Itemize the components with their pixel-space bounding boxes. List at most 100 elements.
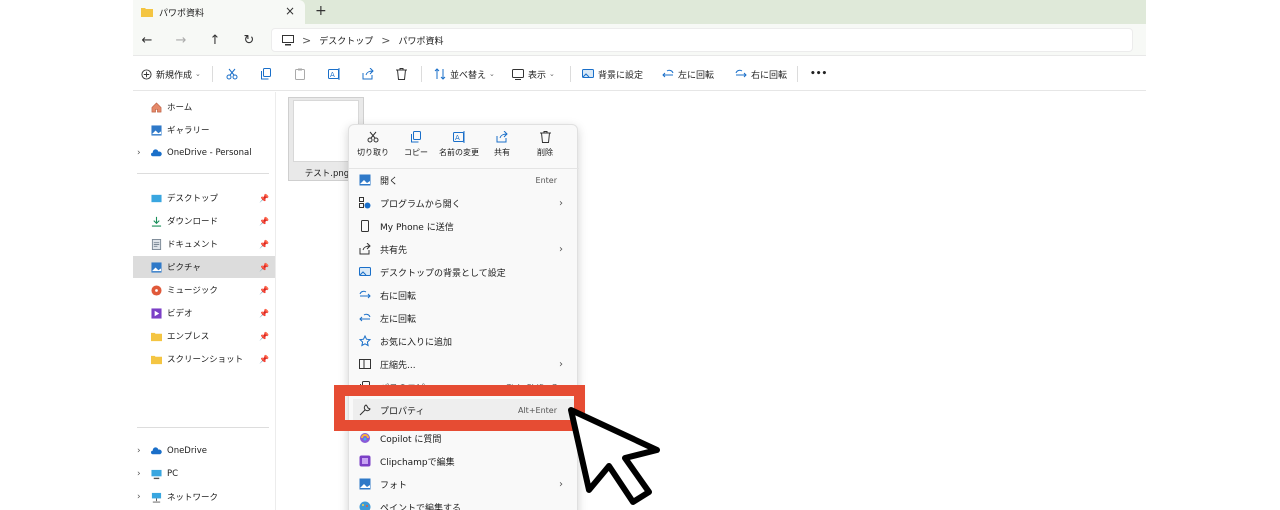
pictures-icon: [151, 261, 162, 273]
cloud-icon: [151, 446, 162, 454]
cut-button[interactable]: [226, 66, 238, 82]
menu-item-properties[interactable]: プロパティ Alt+Enter: [353, 399, 575, 421]
menu-item-label: Copilot に質問: [380, 434, 442, 445]
menu-item-set-desktop-background[interactable]: デスクトップの背景として設定: [353, 261, 575, 283]
pc-icon: [282, 34, 294, 45]
sidebar-item-label: OneDrive: [167, 446, 207, 456]
menu-item-rotate-left[interactable]: 左に回転: [353, 307, 575, 329]
new-button[interactable]: 新規作成 ⌄: [141, 66, 201, 82]
pc-icon: [151, 469, 162, 479]
sidebar-item-pc[interactable]: › PC: [133, 463, 275, 485]
menu-item-open-with[interactable]: プログラムから開く ›: [353, 192, 575, 214]
menu-item-copy-path[interactable]: パスのコピー Ctrl+Shift+C: [353, 376, 575, 398]
chevron-right-icon[interactable]: ›: [137, 492, 141, 502]
sidebar-item-network[interactable]: › ネットワーク: [133, 486, 275, 508]
sidebar-item-downloads[interactable]: ダウンロード 📌: [133, 210, 275, 232]
sidebar-item-screenshots[interactable]: スクリーンショット 📌: [133, 348, 275, 370]
share-button[interactable]: [362, 66, 374, 82]
breadcrumb-separator: >: [302, 33, 312, 47]
sidebar-item-label: エンプレス: [167, 332, 210, 342]
pin-icon[interactable]: 📌: [259, 217, 269, 226]
sort-button[interactable]: 並べ替え ⌄: [434, 66, 495, 82]
back-button[interactable]: ←: [137, 30, 157, 50]
menu-item-ask-copilot[interactable]: Copilot に質問: [353, 427, 575, 449]
more-options-button[interactable]: •••: [810, 66, 827, 82]
menu-item-label: 開く: [380, 176, 399, 187]
file-explorer-window: パワポ資料 × + ← → ↑ ↻ > デスクトップ > パワポ資料 新規作成 …: [133, 0, 1146, 510]
open-with-icon: [359, 197, 371, 209]
divider: [797, 66, 798, 82]
share-button[interactable]: 共有: [480, 131, 524, 165]
trash-icon: [539, 131, 551, 143]
pin-icon[interactable]: 📌: [259, 263, 269, 272]
delete-label: 削除: [537, 148, 553, 157]
chevron-right-icon[interactable]: ›: [137, 148, 141, 158]
menu-item-paint[interactable]: ペイントで編集する: [353, 496, 575, 510]
pin-icon[interactable]: 📌: [259, 332, 269, 341]
menu-item-clipchamp[interactable]: Clipchampで編集: [353, 450, 575, 472]
menu-item-compress[interactable]: 圧縮先... ›: [353, 353, 575, 375]
menu-item-open[interactable]: 開く Enter: [353, 169, 575, 191]
pane-divider[interactable]: [275, 92, 276, 510]
rename-button[interactable]: A: [328, 66, 341, 82]
delete-button[interactable]: 削除: [523, 131, 567, 165]
chevron-right-icon[interactable]: ›: [137, 446, 141, 456]
sidebar-item-desktop[interactable]: デスクトップ 📌: [133, 187, 275, 209]
document-icon: [151, 238, 162, 250]
chevron-down-icon: ⌄: [549, 70, 555, 78]
copy-button[interactable]: コピー: [394, 131, 438, 165]
sidebar-item-empress[interactable]: エンプレス 📌: [133, 325, 275, 347]
sidebar-item-music[interactable]: ミュージック 📌: [133, 279, 275, 301]
menu-item-rotate-right[interactable]: 右に回転: [353, 284, 575, 306]
sidebar-item-label: ミュージック: [167, 286, 218, 296]
up-button[interactable]: ↑: [205, 30, 225, 50]
chevron-right-icon[interactable]: ›: [137, 469, 141, 479]
sidebar-item-label: PC: [167, 469, 179, 479]
copy-button[interactable]: [260, 66, 272, 82]
sidebar-item-gallery[interactable]: ギャラリー: [133, 119, 275, 141]
sidebar-item-onedrive[interactable]: › OneDrive: [133, 440, 275, 462]
pin-icon[interactable]: 📌: [259, 286, 269, 295]
pin-icon[interactable]: 📌: [259, 309, 269, 318]
refresh-button[interactable]: ↻: [239, 30, 259, 50]
copy-path-icon: [360, 381, 370, 393]
sidebar-item-home[interactable]: ホーム: [133, 96, 275, 118]
address-bar[interactable]: > デスクトップ > パワポ資料: [271, 28, 1133, 52]
chevron-down-icon: ⌄: [195, 70, 201, 78]
pin-icon[interactable]: 📌: [259, 194, 269, 203]
sidebar-item-videos[interactable]: ビデオ 📌: [133, 302, 275, 324]
breadcrumb-pawapo[interactable]: パワポ資料: [398, 34, 443, 47]
music-icon: [151, 284, 162, 296]
chevron-right-icon: ›: [559, 197, 563, 209]
cut-button[interactable]: 切り取り: [351, 131, 395, 165]
menu-item-share-with[interactable]: 共有先 ›: [353, 238, 575, 260]
menu-item-label: ペイントで編集する: [380, 503, 462, 510]
tab-pawapo[interactable]: パワポ資料 ×: [133, 0, 305, 24]
breadcrumb-desktop[interactable]: デスクトップ: [319, 34, 373, 47]
sidebar-item-label: デスクトップ: [167, 194, 219, 204]
sidebar-item-pictures[interactable]: ピクチャ 📌: [133, 256, 275, 278]
menu-item-label: お気に入りに追加: [380, 337, 453, 348]
pin-icon[interactable]: 📌: [259, 240, 269, 249]
paste-button[interactable]: [294, 66, 306, 82]
rename-button[interactable]: A 名前の変更: [437, 131, 481, 165]
sidebar-item-documents[interactable]: ドキュメント 📌: [133, 233, 275, 255]
sidebar-item-label: スクリーンショット: [167, 355, 244, 365]
sidebar-item-onedrive-personal[interactable]: › OneDrive - Personal: [133, 142, 275, 164]
pin-icon[interactable]: 📌: [259, 355, 269, 364]
rotate-left-button[interactable]: 左に回転: [662, 66, 714, 82]
set-background-label: 背景に設定: [598, 70, 644, 81]
new-tab-button[interactable]: +: [315, 3, 327, 19]
tab-close-button[interactable]: ×: [285, 4, 295, 18]
menu-item-add-favorite[interactable]: お気に入りに追加: [353, 330, 575, 352]
menu-item-photos[interactable]: フォト ›: [353, 473, 575, 495]
chevron-down-icon: ⌄: [489, 70, 495, 78]
chevron-right-icon: ›: [559, 478, 563, 490]
menu-item-send-to-phone[interactable]: My Phone に送信: [353, 215, 575, 237]
view-button[interactable]: 表示 ⌄: [512, 66, 555, 82]
forward-button[interactable]: →: [171, 30, 191, 50]
desktop-background-icon: [582, 68, 594, 78]
delete-button[interactable]: [396, 66, 407, 82]
rotate-right-button[interactable]: 右に回転: [735, 66, 787, 82]
set-background-button[interactable]: 背景に設定: [582, 66, 643, 82]
